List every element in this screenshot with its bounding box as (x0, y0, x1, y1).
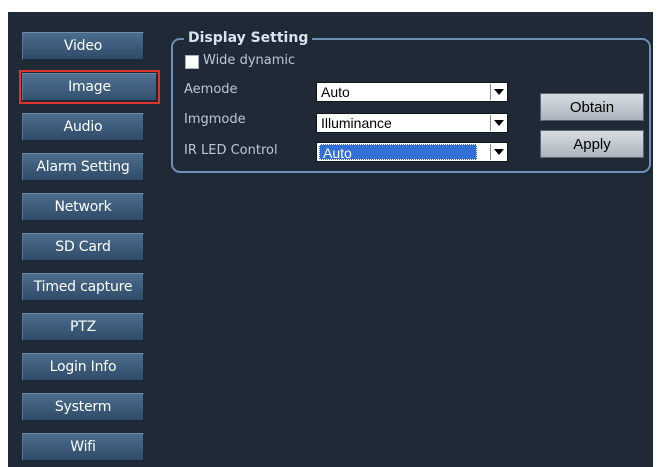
imgmode-label: Imgmode (184, 112, 246, 127)
ir-led-control-value: Auto (319, 144, 477, 161)
sidebar-item-timed-capture[interactable]: Timed capture (22, 273, 144, 301)
sidebar-item-sd-card[interactable]: SD Card (22, 233, 144, 261)
display-setting-title: Display Setting (184, 29, 313, 47)
sidebar-item-ptz[interactable]: PTZ (22, 313, 144, 341)
apply-button[interactable]: Apply (540, 130, 644, 158)
imgmode-select[interactable]: Illuminance (316, 113, 508, 133)
sidebar-item-systerm[interactable]: Systerm (22, 393, 144, 421)
sidebar-item-audio[interactable]: Audio (22, 113, 144, 141)
aemode-value: Auto (321, 84, 350, 100)
settings-window: Video Image Audio Alarm Setting Network … (8, 12, 653, 467)
sidebar-item-login-info[interactable]: Login Info (22, 353, 144, 381)
sidebar-item-image[interactable]: Image (19, 70, 160, 104)
sidebar-item-alarm-setting[interactable]: Alarm Setting (22, 153, 144, 181)
imgmode-value: Illuminance (321, 115, 392, 131)
ir-led-control-select[interactable]: Auto (316, 142, 508, 162)
wide-dynamic-label: Wide dynamic (203, 53, 296, 68)
sidebar-item-network[interactable]: Network (22, 193, 144, 221)
chevron-down-icon[interactable] (490, 115, 506, 131)
sidebar-item-wifi[interactable]: Wifi (22, 433, 144, 461)
sidebar-nav: Video Image Audio Alarm Setting Network … (8, 12, 160, 467)
aemode-label: Aemode (184, 82, 238, 97)
chevron-down-icon[interactable] (490, 144, 506, 160)
wide-dynamic-checkbox[interactable] (185, 55, 199, 69)
sidebar-item-video[interactable]: Video (22, 32, 144, 60)
obtain-button[interactable]: Obtain (540, 93, 644, 121)
ir-led-control-label: IR LED Control (184, 143, 278, 158)
chevron-down-icon[interactable] (490, 84, 506, 100)
aemode-select[interactable]: Auto (316, 82, 508, 102)
